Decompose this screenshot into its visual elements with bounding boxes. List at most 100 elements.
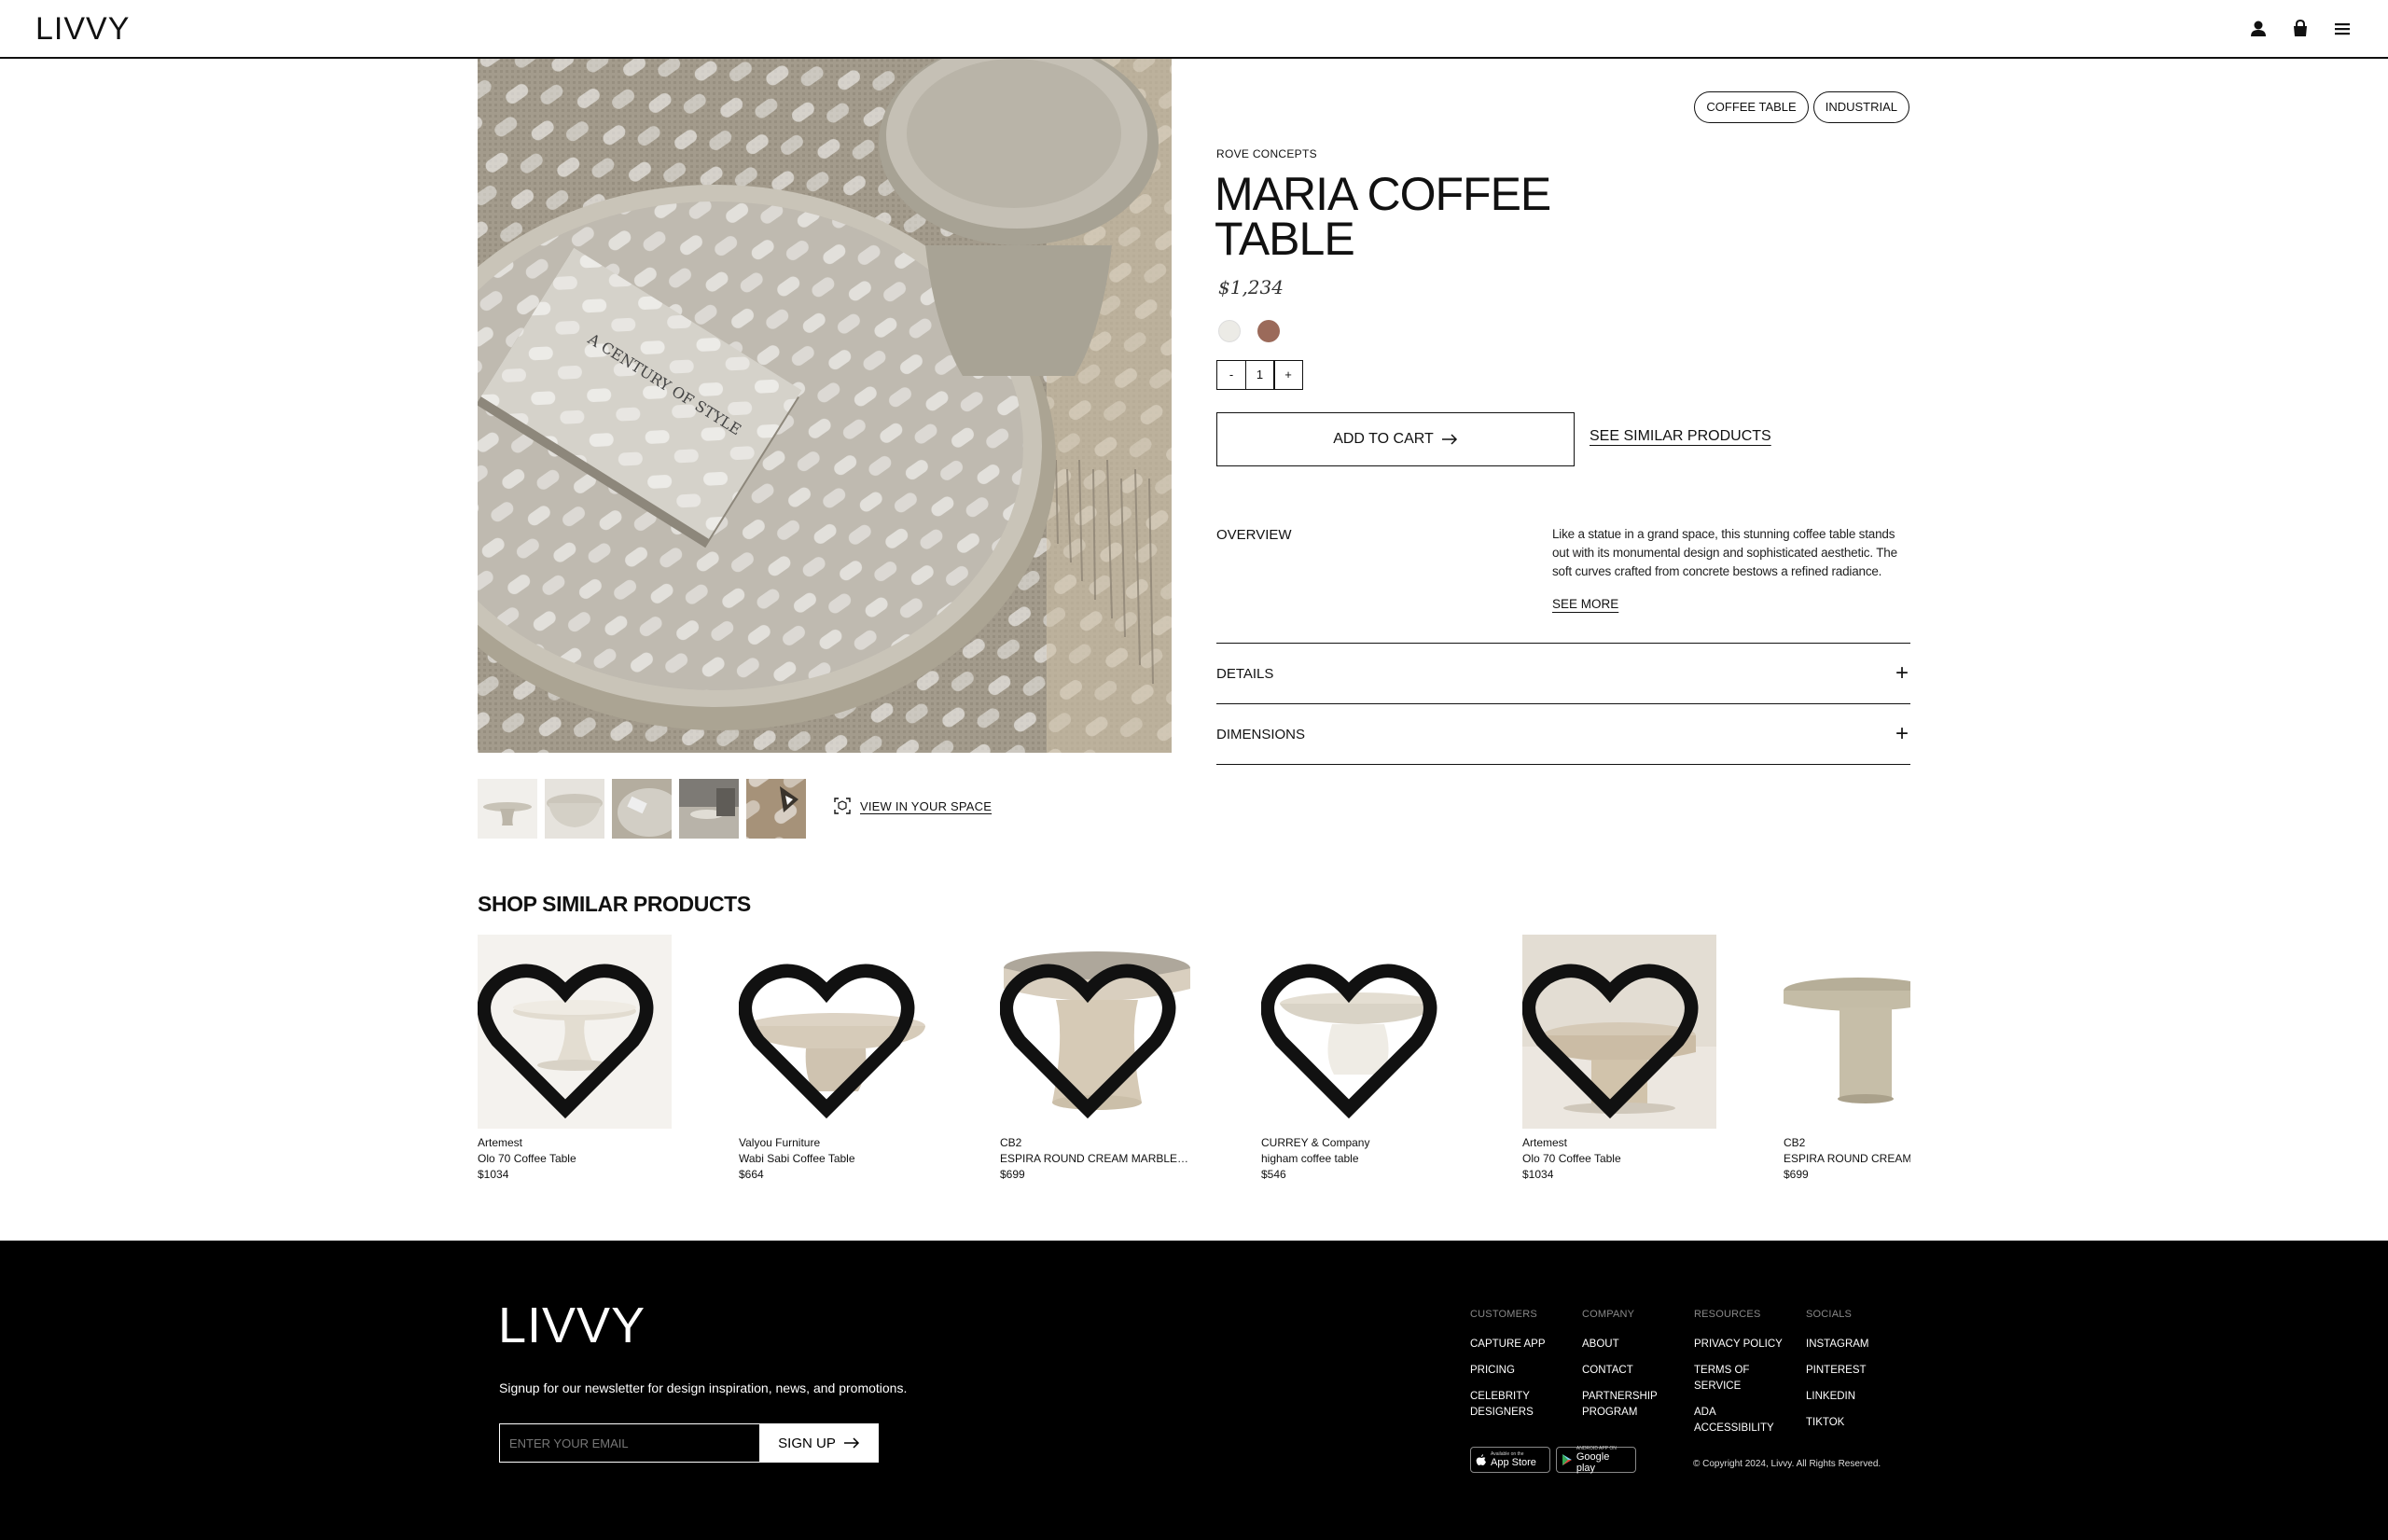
plus-icon: + xyxy=(1895,721,1909,746)
footer-link[interactable]: ABOUT xyxy=(1582,1337,1685,1353)
quantity-value[interactable]: 1 xyxy=(1244,360,1275,390)
product-card-image[interactable] xyxy=(1261,935,1455,1129)
product-card-name[interactable]: ESPIRA ROUND CREAM MARBLED R... xyxy=(1784,1152,1910,1165)
product-card-image[interactable] xyxy=(1784,935,1910,1129)
product-card-brand: CB2 xyxy=(1784,1136,1806,1149)
google-play-icon xyxy=(1562,1454,1572,1465)
product-card-name[interactable]: Olo 70 Coffee Table xyxy=(478,1152,672,1165)
footer-column-customers: CUSTOMERS CAPTURE APP PRICING CELEBRITY … xyxy=(1470,1309,1573,1431)
product-card[interactable]: CURREY & Company higham coffee table $54… xyxy=(1261,935,1455,1181)
newsletter-email-input[interactable] xyxy=(499,1423,760,1463)
accordion-divider xyxy=(1216,764,1910,765)
product-card-image[interactable] xyxy=(1522,935,1716,1129)
app-store-badge[interactable]: Available on the App Store xyxy=(1470,1447,1550,1473)
signup-button[interactable]: SIGN UP xyxy=(759,1423,879,1463)
wishlist-heart-icon[interactable] xyxy=(478,944,662,1129)
product-card[interactable]: Artemest Olo 70 Coffee Table $1034 xyxy=(478,935,672,1181)
quantity-increment-button[interactable]: + xyxy=(1273,360,1303,390)
product-card[interactable]: CB2 ESPIRA ROUND CREAM MARBLED R... $699 xyxy=(1784,935,1910,1181)
product-price: $1,234 xyxy=(1218,276,1284,298)
footer-column-company: COMPANY ABOUT CONTACT PARTNERSHIP PROGRA… xyxy=(1582,1309,1685,1431)
dimensions-accordion[interactable]: DIMENSIONS + xyxy=(1216,703,1910,764)
see-similar-products-link[interactable]: SEE SIMILAR PRODUCTS xyxy=(1590,428,1771,445)
view-in-your-space-link[interactable]: VIEW IN YOUR SPACE xyxy=(834,798,992,814)
thumbnail-5[interactable] xyxy=(746,779,806,839)
product-card-image[interactable] xyxy=(1000,935,1194,1129)
product-card-price: $1034 xyxy=(478,1168,509,1181)
site-logo[interactable]: LIVVY xyxy=(35,11,130,48)
product-tags: COFFEE TABLE INDUSTRIAL xyxy=(1694,91,1909,123)
user-icon[interactable] xyxy=(2246,17,2270,41)
thumbnail-4[interactable] xyxy=(679,779,739,839)
footer-logo[interactable]: LIVVY xyxy=(498,1297,646,1354)
product-card-brand: Artemest xyxy=(1522,1136,1568,1149)
product-card-image[interactable] xyxy=(478,935,672,1129)
product-card-brand: Valyou Furniture xyxy=(739,1136,821,1149)
details-label: DETAILS xyxy=(1216,666,1274,682)
product-card-brand: Artemest xyxy=(478,1136,523,1149)
footer-link[interactable]: ADA ACCESSIBILITY xyxy=(1694,1405,1778,1436)
similar-products-carousel[interactable]: Artemest Olo 70 Coffee Table $1034 Valyo… xyxy=(478,935,1910,1186)
app-store-big: App Store xyxy=(1491,1457,1536,1468)
wishlist-heart-icon[interactable] xyxy=(739,944,923,1129)
wishlist-heart-icon[interactable] xyxy=(1000,944,1185,1129)
tag-coffee-table[interactable]: COFFEE TABLE xyxy=(1694,91,1809,123)
thumbnail-2[interactable] xyxy=(545,779,604,839)
product-card-name[interactable]: higham coffee table xyxy=(1261,1152,1455,1165)
site-header: LIVVY xyxy=(0,0,2388,59)
quantity-decrement-button[interactable]: - xyxy=(1216,360,1246,390)
newsletter-text: Signup for our newsletter for design ins… xyxy=(499,1380,908,1395)
shopping-bag-icon[interactable] xyxy=(2288,17,2312,41)
product-brand[interactable]: ROVE CONCEPTS xyxy=(1216,147,1317,160)
footer-link[interactable]: TIKTOK xyxy=(1806,1415,1909,1431)
menu-icon[interactable] xyxy=(2330,17,2354,41)
plus-icon: + xyxy=(1895,660,1909,686)
product-title: MARIA COFFEE TABLE xyxy=(1215,168,1551,265)
footer-link[interactable]: CAPTURE APP xyxy=(1470,1337,1573,1353)
product-card-image[interactable] xyxy=(739,935,933,1129)
product-card-name[interactable]: ESPIRA ROUND CREAM MARBLED R... xyxy=(1000,1152,1194,1165)
product-card-name[interactable]: Wabi Sabi Coffee Table xyxy=(739,1152,933,1165)
overview-label: OVERVIEW xyxy=(1216,527,1292,543)
add-to-cart-button[interactable]: ADD TO CART xyxy=(1216,412,1575,466)
footer-link[interactable]: PRICING xyxy=(1470,1363,1573,1379)
color-swatch-terracotta[interactable] xyxy=(1257,320,1280,342)
footer-link[interactable]: TERMS OF SERVICE xyxy=(1694,1363,1759,1394)
overview-text: Like a statue in a grand space, this stu… xyxy=(1552,527,1897,578)
thumbnail-3[interactable] xyxy=(612,779,672,839)
arrow-right-icon xyxy=(1441,434,1457,445)
footer-heading: CUSTOMERS xyxy=(1470,1309,1537,1320)
wishlist-heart-icon[interactable] xyxy=(1522,944,1707,1129)
product-card-price: $699 xyxy=(1784,1168,1809,1181)
quantity-stepper: - 1 + xyxy=(1216,360,1303,390)
ar-scan-icon xyxy=(834,798,851,814)
product-card-brand: CURREY & Company xyxy=(1261,1136,1370,1149)
apple-icon xyxy=(1476,1454,1486,1465)
footer-link[interactable]: INSTAGRAM xyxy=(1806,1337,1909,1353)
product-card[interactable]: CB2 ESPIRA ROUND CREAM MARBLED R... $699 xyxy=(1000,935,1194,1181)
footer-link[interactable]: PARTNERSHIP PROGRAM xyxy=(1582,1389,1666,1421)
product-card-name[interactable]: Olo 70 Coffee Table xyxy=(1522,1152,1716,1165)
footer-column-socials: SOCIALS INSTAGRAM PINTEREST LINKEDIN TIK… xyxy=(1806,1309,1909,1441)
product-card-price: $546 xyxy=(1261,1168,1286,1181)
footer-link[interactable]: PRIVACY POLICY xyxy=(1694,1337,1797,1353)
thumbnail-1[interactable] xyxy=(478,779,537,839)
arrow-right-icon xyxy=(843,1437,859,1449)
product-main-image[interactable]: A CENTURY OF STYLE xyxy=(478,59,1172,753)
footer-link[interactable]: LINKEDIN xyxy=(1806,1389,1909,1405)
tag-industrial[interactable]: INDUSTRIAL xyxy=(1812,91,1909,123)
google-play-badge[interactable]: ANDROID APP ON Google play xyxy=(1556,1446,1636,1474)
footer-link[interactable]: CELEBRITY DESIGNERS xyxy=(1470,1389,1545,1421)
google-play-big: Google play xyxy=(1576,1451,1610,1474)
similar-products-heading: SHOP SIMILAR PRODUCTS xyxy=(478,892,751,916)
footer-link[interactable]: CONTACT xyxy=(1582,1363,1685,1379)
color-swatch-white[interactable] xyxy=(1218,320,1241,342)
product-card-price: $699 xyxy=(1000,1168,1025,1181)
product-card[interactable]: Artemest Olo 70 Coffee Table $1034 xyxy=(1522,935,1716,1181)
footer-heading: COMPANY xyxy=(1582,1309,1635,1320)
wishlist-heart-icon[interactable] xyxy=(1261,944,1446,1129)
details-accordion[interactable]: DETAILS + xyxy=(1216,643,1910,703)
see-more-link[interactable]: SEE MORE xyxy=(1552,597,1618,611)
product-card[interactable]: Valyou Furniture Wabi Sabi Coffee Table … xyxy=(739,935,933,1181)
footer-link[interactable]: PINTEREST xyxy=(1806,1363,1909,1379)
